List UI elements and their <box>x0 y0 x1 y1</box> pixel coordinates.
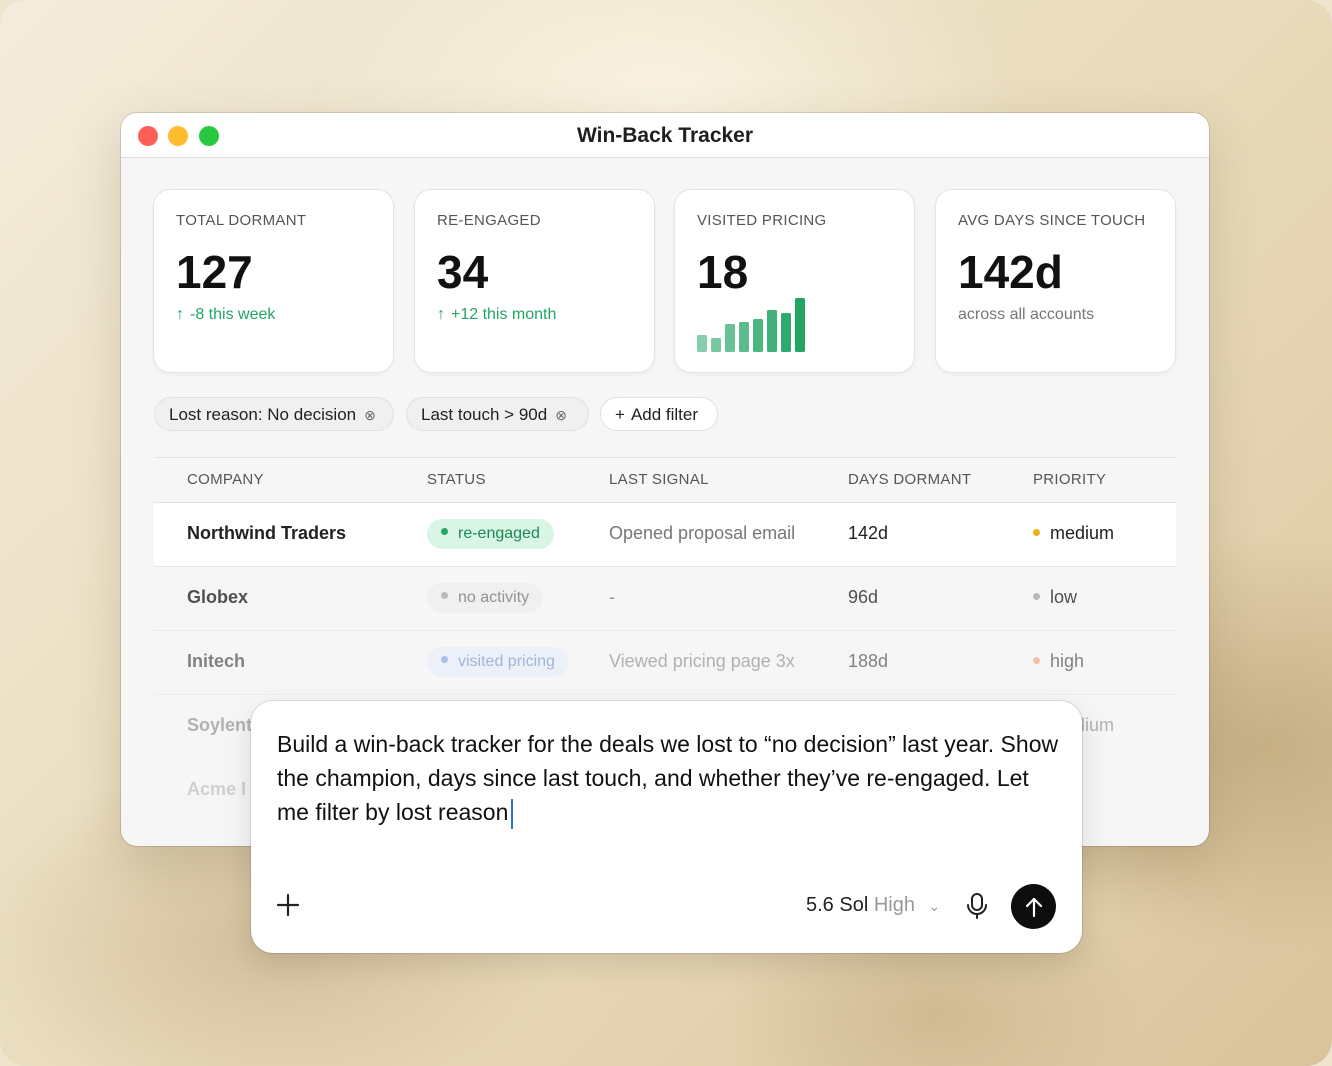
clear-icon[interactable]: ⊗ <box>364 398 376 432</box>
arrow-up-icon <box>1025 897 1042 917</box>
table-row[interactable]: Northwind Traders re-engaged Opened prop… <box>154 503 1176 567</box>
company-name: Globex <box>187 587 249 607</box>
sparkline-bar <box>711 338 721 352</box>
stat-delta: ↑ +12 this month <box>437 306 556 324</box>
sparkline-bar <box>781 313 791 352</box>
days-dormant: 96d <box>848 587 879 607</box>
priority: medium <box>1033 523 1114 544</box>
title-bar: Win-Back Tracker <box>121 113 1209 158</box>
table-header: COMPANY STATUS LAST SIGNAL DAYS DORMANT … <box>154 457 1176 503</box>
plus-icon: + <box>615 405 625 424</box>
column-header-last-signal[interactable]: LAST SIGNAL <box>609 471 709 488</box>
company-name: Soylent <box>187 715 253 735</box>
stat-card-visited-pricing: VISITED PRICING 18 <box>675 190 914 372</box>
sparkline-bar-chart <box>697 298 805 352</box>
sparkline-bar <box>739 322 749 352</box>
column-header-company[interactable]: COMPANY <box>187 471 264 488</box>
model-name: 5.6 Sol <box>806 894 869 916</box>
filter-chip-label: Last touch > 90d <box>421 405 548 424</box>
sparkline-bar <box>795 298 805 352</box>
priority-dot <box>1033 656 1040 664</box>
priority-dot <box>1033 528 1040 536</box>
stat-value: 127 <box>176 246 253 298</box>
table-row[interactable]: Globex no activity - 96d low <box>154 567 1176 631</box>
stat-card-total-dormant: TOTAL DORMANT 127 ↑ -8 this week <box>154 190 393 372</box>
priority-text: medium <box>1050 523 1115 543</box>
priority: high <box>1033 651 1084 672</box>
prompt-composer[interactable]: Build a win-back tracker for the deals w… <box>251 701 1082 953</box>
column-header-days-dormant[interactable]: DAYS DORMANT <box>848 471 971 488</box>
status-badge: no activity <box>427 583 544 613</box>
filter-chip-label: Lost reason: No decision <box>169 405 357 424</box>
company-name: Initech <box>187 651 246 671</box>
sparkline-bar <box>725 324 735 352</box>
status-badge: re-engaged <box>427 519 554 549</box>
stat-value: 34 <box>437 246 489 298</box>
attach-plus-icon[interactable] <box>275 892 301 918</box>
stat-label: RE-ENGAGED <box>437 212 541 229</box>
company-name: Acme I <box>187 779 247 799</box>
stat-value: 18 <box>697 246 749 298</box>
stat-label: VISITED PRICING <box>697 212 827 229</box>
stat-delta-text: -8 this week <box>190 306 276 323</box>
last-signal: Opened proposal email <box>609 523 796 543</box>
company-name: Northwind Traders <box>187 523 347 543</box>
status-dot <box>441 656 448 664</box>
last-signal: - <box>609 587 615 607</box>
priority: low <box>1033 587 1077 608</box>
stat-delta: ↑ -8 this week <box>176 306 275 324</box>
model-selector[interactable]: 5.6 Sol High ⌄ <box>806 894 940 917</box>
arrow-up-icon: ↑ <box>437 306 445 323</box>
add-filter-button[interactable]: + Add filter <box>600 397 718 431</box>
microphone-icon[interactable] <box>965 892 989 920</box>
days-dormant: 142d <box>848 523 889 543</box>
days-dormant: 188d <box>848 651 889 671</box>
status-dot <box>441 528 448 536</box>
column-header-priority[interactable]: PRIORITY <box>1033 471 1106 488</box>
stat-delta-text: +12 this month <box>451 306 557 323</box>
send-button[interactable] <box>1011 884 1056 929</box>
status-dot <box>441 592 448 600</box>
status-text: visited pricing <box>458 653 555 670</box>
text-caret <box>511 798 514 829</box>
priority-text: low <box>1050 587 1078 607</box>
priority-text: high <box>1050 651 1085 671</box>
stat-card-re-engaged: RE-ENGAGED 34 ↑ +12 this month <box>415 190 654 372</box>
arrow-up-icon: ↑ <box>176 306 184 323</box>
filter-chip-last-touch[interactable]: Last touch > 90d ⊗ <box>406 397 589 431</box>
last-signal: Viewed pricing page 3x <box>609 651 795 671</box>
status-text: re-engaged <box>458 525 540 542</box>
model-effort: High <box>873 894 915 916</box>
chevron-down-icon: ⌄ <box>928 898 941 914</box>
filter-chip-lost-reason[interactable]: Lost reason: No decision ⊗ <box>154 397 394 431</box>
table-row[interactable]: Initech visited pricing Viewed pricing p… <box>154 631 1176 695</box>
add-filter-label: Add filter <box>630 405 699 424</box>
sparkline-bar <box>753 319 763 352</box>
stat-subtext: across all accounts <box>958 306 1095 323</box>
stat-value: 142d <box>958 246 1063 298</box>
sparkline-bar <box>767 310 777 352</box>
status-badge: visited pricing <box>427 647 569 677</box>
window-title: Win-Back Tracker <box>576 124 754 147</box>
stat-label: AVG DAYS SINCE TOUCH <box>958 212 1146 229</box>
status-text: no activity <box>458 589 530 606</box>
priority-dot <box>1033 592 1040 600</box>
stat-card-avg-days: AVG DAYS SINCE TOUCH 142d across all acc… <box>936 190 1175 372</box>
stat-label: TOTAL DORMANT <box>176 212 307 229</box>
prompt-input[interactable]: Build a win-back tracker for the deals w… <box>277 727 1067 829</box>
prompt-text: Build a win-back tracker for the deals w… <box>277 731 1059 825</box>
column-header-status[interactable]: STATUS <box>427 471 486 488</box>
sparkline-bar <box>697 335 707 352</box>
clear-icon[interactable]: ⊗ <box>555 398 567 432</box>
